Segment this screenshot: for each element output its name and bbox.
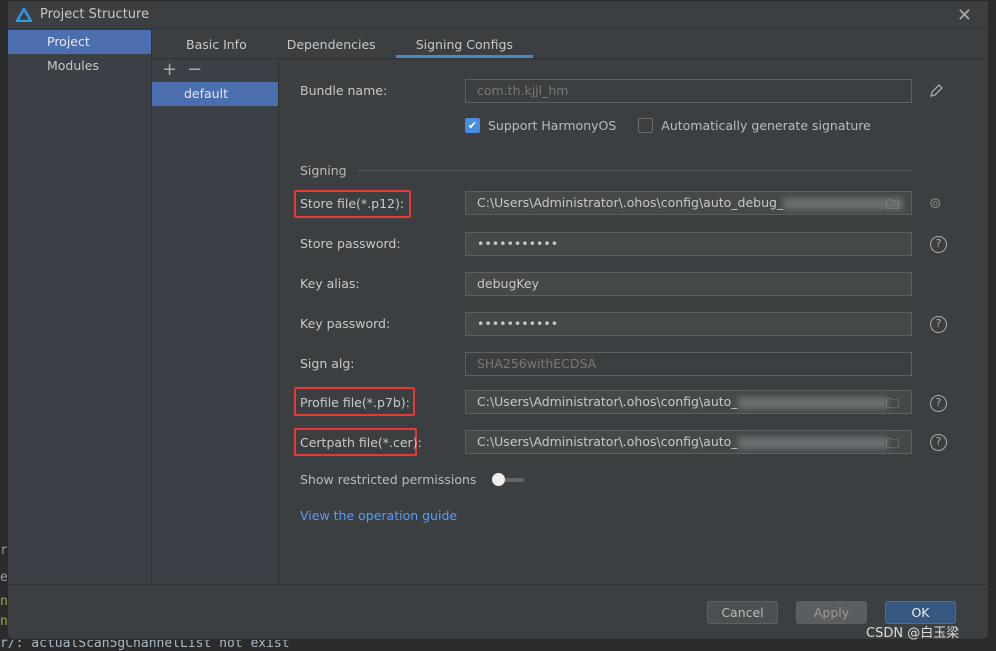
apply-button[interactable]: Apply [796, 601, 867, 624]
certpath-file-field[interactable]: C:\Users\Administrator\.ohos\config\auto… [465, 430, 912, 454]
key-password-label: Key password: [300, 316, 391, 331]
key-alias-field[interactable]: debugKey [465, 272, 912, 296]
certpath-file-value: C:\Users\Administrator\.ohos\config\auto… [477, 434, 738, 449]
store-password-label: Store password: [300, 236, 401, 251]
help-icon[interactable]: ? [930, 395, 947, 412]
profile-file-value: C:\Users\Administrator\.ohos\config\auto… [477, 394, 738, 409]
tab-signing-configs[interactable]: Signing Configs [395, 30, 533, 58]
ok-button[interactable]: OK [885, 601, 956, 624]
tab-bar: Basic Info Dependencies Signing Configs [152, 30, 988, 59]
folder-icon[interactable]: 🗀 [886, 394, 899, 413]
auto-sign-checkbox[interactable] [638, 118, 654, 133]
close-icon[interactable]: ✕ [957, 5, 972, 26]
list-item[interactable]: default [152, 82, 278, 106]
sidebar: Project Modules [8, 30, 152, 584]
sign-alg-field: SHA256withECDSA [465, 352, 912, 376]
support-harmonyos-checkbox[interactable]: ✔ [465, 118, 480, 133]
restricted-permissions-label: Show restricted permissions [300, 472, 477, 487]
store-password-field[interactable]: ••••••••••• [465, 232, 912, 256]
edit-icon[interactable] [929, 84, 943, 98]
help-icon[interactable]: ? [930, 236, 947, 253]
key-password-field[interactable]: ••••••••••• [465, 312, 912, 336]
remove-icon[interactable]: − [187, 59, 202, 82]
auto-sign-label: Automatically generate signature [661, 118, 871, 133]
signing-config-list: + − default [152, 59, 279, 584]
key-alias-label: Key alias: [300, 276, 360, 291]
watermark: CSDN @白玉梁 [866, 626, 960, 641]
bundle-name-field[interactable]: com.th.kjjl_hm [465, 79, 912, 103]
support-harmonyos-label: Support HarmonyOS [488, 118, 617, 133]
help-icon[interactable]: ? [930, 434, 947, 451]
operation-guide-link[interactable]: View the operation guide [300, 508, 457, 523]
folder-icon[interactable]: 🗀 [886, 195, 899, 214]
signing-section-title: Signing [300, 163, 347, 178]
restricted-permissions-toggle[interactable] [492, 472, 525, 486]
profile-file-field[interactable]: C:\Users\Administrator\.ohos\config\auto… [465, 390, 912, 414]
sidebar-item-modules[interactable]: Modules [8, 54, 151, 78]
tab-dependencies[interactable]: Dependencies [267, 30, 396, 58]
cancel-button[interactable]: Cancel [707, 601, 778, 624]
help-icon[interactable]: ? [930, 316, 947, 333]
bundle-name-label: Bundle name: [300, 83, 388, 98]
store-file-value: C:\Users\Administrator\.ohos\config\auto… [477, 195, 784, 210]
store-file-field[interactable]: C:\Users\Administrator\.ohos\config\auto… [465, 191, 912, 215]
tab-basic-info[interactable]: Basic Info [166, 30, 267, 58]
folder-icon[interactable]: 🗀 [886, 434, 899, 453]
project-structure-dialog: Project Structure ✕ Project Modules Basi… [7, 0, 989, 640]
title-bar: Project Structure [8, 1, 988, 29]
fingerprint-icon[interactable]: ⊚ [929, 194, 942, 212]
sign-alg-label: Sign alg: [300, 356, 355, 371]
signing-form: Bundle name: com.th.kjjl_hm ✔ Support Ha… [279, 59, 988, 584]
profile-file-label: Profile file(*.p7b): [300, 395, 410, 410]
store-file-label: Store file(*.p12): [300, 196, 405, 211]
app-logo-icon [16, 7, 32, 22]
window-title: Project Structure [40, 7, 150, 22]
divider [357, 170, 912, 171]
add-icon[interactable]: + [162, 59, 177, 82]
certpath-file-label: Certpath file(*.cer): [300, 435, 422, 450]
sidebar-item-project[interactable]: Project [8, 30, 151, 54]
